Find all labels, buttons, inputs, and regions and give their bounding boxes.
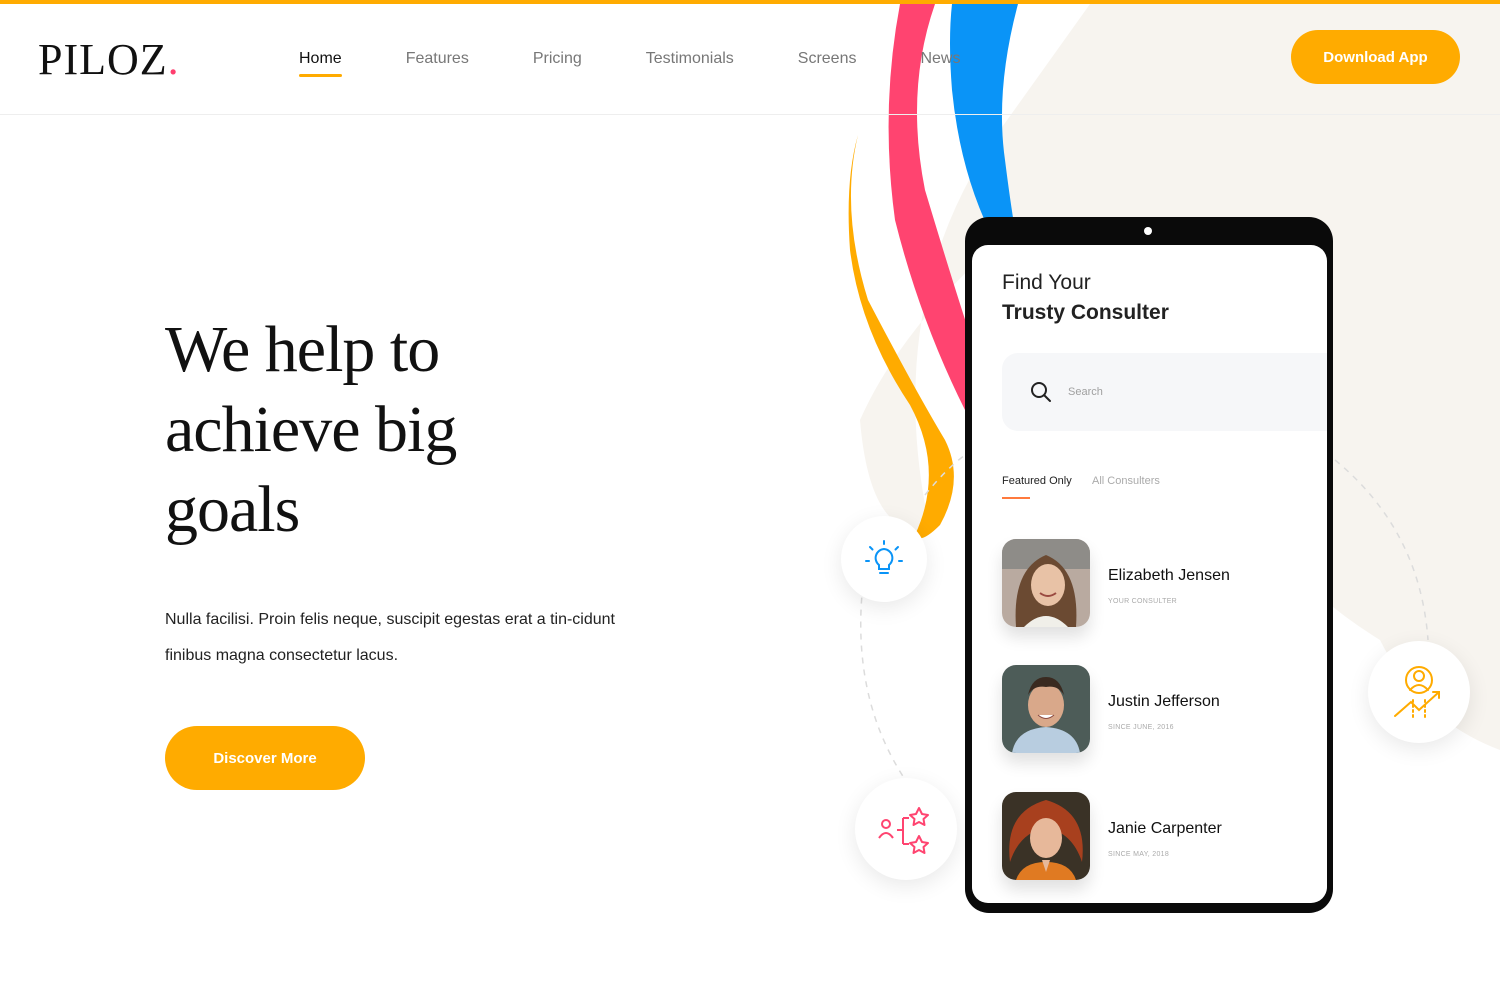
hero-title-line-3: goals — [165, 473, 300, 546]
consultant-name: Justin Jefferson — [1108, 693, 1220, 710]
avatar-janie-image — [1002, 792, 1090, 880]
hero-section: We help to achieve big goals Nulla facil… — [165, 310, 685, 790]
phone-camera — [1144, 227, 1152, 235]
main-nav: Home Features Pricing Testimonials Scree… — [299, 49, 1024, 77]
phone-mockup: Find Your Trusty Consulter Featured Only… — [965, 217, 1333, 913]
consultant-card[interactable]: Elizabeth Jensen YOUR CONSULTER — [1002, 539, 1302, 629]
brand-dot: . — [167, 35, 180, 84]
consultant-subtitle: SINCE MAY, 2018 — [1108, 851, 1170, 858]
hero-description: Nulla facilisi. Proin felis neque, susci… — [165, 611, 615, 664]
consultant-card[interactable]: Janie Carpenter SINCE MAY, 2018 — [1002, 792, 1302, 882]
nav-item-news[interactable]: News — [920, 49, 960, 69]
consultant-subtitle: SINCE JUNE, 2016 — [1108, 724, 1174, 731]
tab-all-consulters[interactable]: All Consulters — [1092, 475, 1160, 487]
nav-item-home[interactable]: Home — [299, 49, 342, 77]
avatar-justin-image — [1002, 665, 1090, 753]
nav-item-pricing[interactable]: Pricing — [533, 49, 582, 69]
top-accent-bar — [0, 0, 1500, 4]
screen-title-line-1: Find Your — [1002, 271, 1091, 294]
search-icon — [1031, 382, 1051, 402]
brand-name: PILOZ — [38, 35, 168, 84]
hero-title-line-2: achieve big — [165, 393, 457, 466]
site-header: PILOZ. Home Features Pricing Testimonial… — [0, 4, 1500, 115]
discover-more-button[interactable]: Discover More — [165, 726, 365, 790]
consultant-name: Janie Carpenter — [1108, 820, 1222, 837]
rating-stars-icon — [878, 807, 929, 854]
hero-title: We help to achieve big goals — [165, 310, 685, 550]
consultant-card[interactable]: Justin Jefferson SINCE JUNE, 2016 — [1002, 665, 1302, 755]
lightbulb-icon — [865, 540, 903, 574]
nav-item-features[interactable]: Features — [406, 49, 469, 69]
tab-featured-only[interactable]: Featured Only — [1002, 475, 1072, 499]
brand-logo[interactable]: PILOZ. — [38, 38, 180, 82]
search-bar[interactable] — [1002, 353, 1327, 431]
avatar — [1002, 539, 1090, 627]
consultant-subtitle: YOUR CONSULTER — [1108, 598, 1178, 605]
avatar — [1002, 665, 1090, 753]
hero-title-line-1: We help to — [165, 313, 440, 386]
growth-person-icon-badge — [1368, 641, 1470, 743]
lightbulb-icon-badge — [841, 516, 927, 602]
rating-stars-icon-badge — [855, 778, 957, 880]
avatar — [1002, 792, 1090, 880]
phone-screen: Find Your Trusty Consulter Featured Only… — [972, 245, 1327, 903]
avatar-elizabeth-image — [1002, 539, 1090, 627]
nav-item-screens[interactable]: Screens — [798, 49, 857, 69]
screen-title-line-2: Trusty Consulter — [1002, 301, 1169, 324]
nav-item-testimonials[interactable]: Testimonials — [646, 49, 734, 69]
download-app-button[interactable]: Download App — [1291, 30, 1460, 84]
search-input[interactable] — [1068, 381, 1268, 403]
growth-person-icon — [1394, 666, 1440, 719]
consultant-name: Elizabeth Jensen — [1108, 567, 1230, 584]
